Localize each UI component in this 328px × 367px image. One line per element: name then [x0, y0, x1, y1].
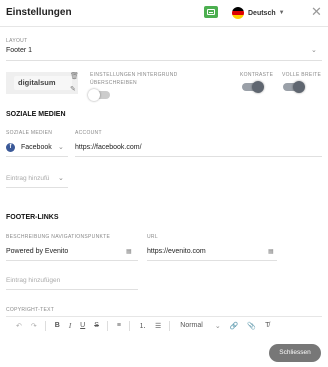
rich-text-toolbar: ↶ ↷ B I U S ≡ ⒈ ☰ Normal ⌄ 🔗 📎 T̸ — [6, 316, 322, 334]
social-add-underline — [6, 187, 68, 188]
link-url-input[interactable]: https://evenito.com — [147, 248, 206, 255]
trash-icon[interactable]: 🗑 — [70, 72, 79, 80]
bold-icon[interactable]: B — [55, 322, 60, 329]
social-network-select[interactable]: Facebook — [21, 144, 52, 151]
undo-icon[interactable]: ↶ — [16, 322, 22, 330]
background-overwrite-label-2: ÜBERSCHREIBEN — [90, 80, 137, 86]
social-section-title: SOZIALE MEDIEN — [6, 111, 66, 118]
layout-select[interactable]: Footer 1 — [6, 47, 32, 54]
link-add-entry[interactable]: Eintrag hinzufügen — [6, 277, 60, 284]
contrast-label: KONTRASTE — [240, 72, 274, 78]
dialog-title: Einstellungen — [6, 7, 72, 18]
social-add-entry[interactable]: Eintrag hinzufü — [6, 175, 49, 182]
keyboard-icon — [207, 9, 215, 15]
align-left-icon[interactable]: ≡ — [117, 322, 121, 329]
language-selector[interactable]: Deutsch ▼ — [232, 6, 285, 20]
caret-down-icon: ▼ — [278, 10, 285, 16]
dialog-header: Einstellungen Deutsch ▼ ✕ — [0, 0, 328, 27]
toolbar-divider — [128, 320, 130, 331]
redo-icon[interactable]: ↷ — [31, 322, 37, 330]
copyright-label: COPYRIGHT-TEXT — [6, 307, 55, 313]
footer-links-section-title: FOOTER-LINKS — [6, 214, 59, 221]
edit-pencil-icon[interactable]: ✎ — [70, 85, 76, 93]
chevron-down-icon[interactable]: ⌄ — [311, 46, 317, 54]
ordered-list-icon[interactable]: ⒈ — [139, 321, 146, 331]
link-description-column-label: BESCHREIBUNG NAVIGATIONSPUNKTE — [6, 234, 111, 240]
facebook-icon: f — [6, 143, 15, 152]
strikethrough-icon[interactable]: S — [94, 322, 99, 329]
format-select[interactable]: Normal — [180, 322, 203, 329]
language-label: Deutsch — [248, 9, 276, 17]
toolbar-divider — [44, 320, 46, 331]
italic-icon[interactable]: I — [69, 322, 71, 330]
german-flag-icon — [232, 7, 244, 19]
toggle-knob — [88, 89, 100, 101]
attachment-icon[interactable]: 📎 — [247, 322, 256, 330]
close-button[interactable]: Schliessen — [269, 344, 321, 362]
toolbar-divider — [106, 320, 108, 331]
bullet-list-icon[interactable]: ☰ — [155, 322, 161, 330]
link-add-underline — [6, 289, 138, 290]
underline-icon[interactable]: U — [80, 322, 85, 329]
toggle-knob — [252, 81, 264, 93]
contrast-toggle[interactable] — [242, 81, 264, 93]
layout-label: LAYOUT — [6, 38, 28, 44]
chevron-down-icon[interactable]: ⌄ — [58, 174, 64, 182]
toolbar-divider — [169, 320, 171, 331]
social-account-column-label: ACCOUNT — [75, 130, 102, 136]
link-description-input[interactable]: Powered by Evenito — [6, 248, 68, 255]
link-url-column-label: URL — [147, 234, 158, 240]
full-width-toggle[interactable] — [283, 81, 305, 93]
background-overwrite-label-1: EINSTELLUNGEN HINTERGRUND — [90, 72, 178, 78]
keyboard-icon[interactable]: ▦ — [268, 248, 274, 255]
keyboard-icon[interactable]: ▦ — [126, 248, 132, 255]
clear-format-icon[interactable]: T̸ — [265, 322, 269, 329]
layout-underline — [6, 60, 322, 61]
social-account-underline — [75, 156, 322, 157]
close-icon[interactable]: ✕ — [311, 5, 322, 18]
social-network-column-label: SOZIALE MEDIEN — [6, 130, 53, 136]
link-description-underline — [6, 260, 138, 261]
chevron-down-icon[interactable]: ⌄ — [58, 143, 64, 151]
keyboard-toggle-button[interactable] — [204, 6, 218, 18]
background-image-preview[interactable]: digitalsum — [6, 72, 78, 94]
link-url-underline — [147, 260, 277, 261]
toggle-knob — [293, 81, 305, 93]
full-width-label: VOLLE BREITE — [282, 72, 322, 78]
background-overwrite-toggle[interactable] — [88, 89, 110, 101]
logo-text: digitalsum — [18, 78, 56, 87]
link-icon[interactable]: 🔗 — [230, 322, 239, 330]
social-account-input[interactable]: https://facebook.com/ — [75, 144, 142, 151]
social-network-underline — [6, 156, 68, 157]
chevron-down-icon[interactable]: ⌄ — [215, 322, 221, 330]
